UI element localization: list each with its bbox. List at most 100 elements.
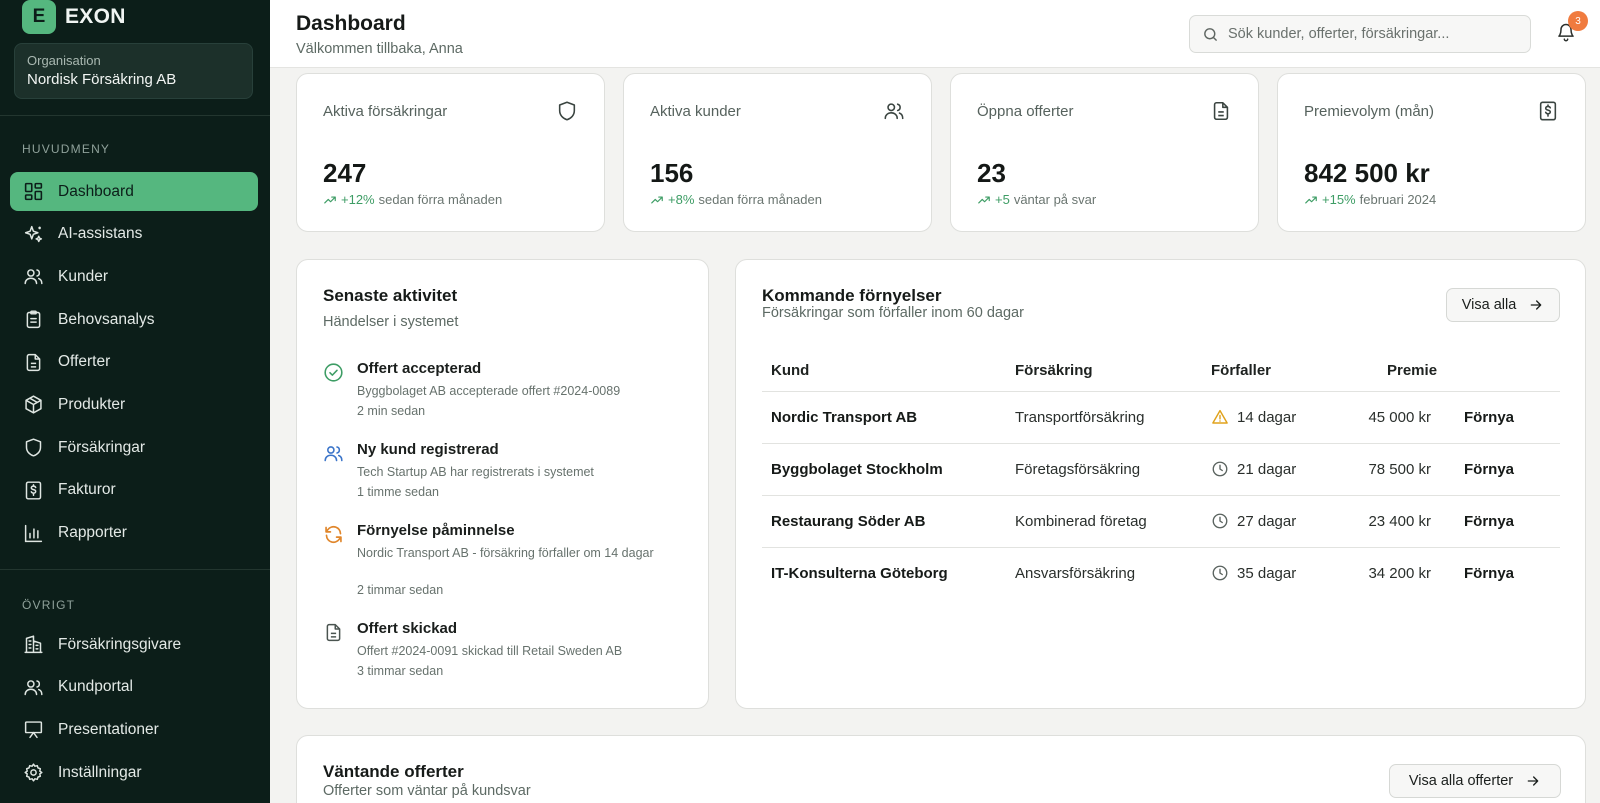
stat-change: +5 xyxy=(995,192,1010,207)
stat-trend: +8% sedan förra månaden xyxy=(650,192,822,207)
activity-item[interactable]: Ny kund registrerad Tech Startup AB har … xyxy=(323,441,683,513)
due-days: 14 dagar xyxy=(1237,408,1297,426)
stat-card-open-offers[interactable]: Öppna offerter 23 +5 väntar på svar xyxy=(950,73,1259,232)
stat-card-premium-volume[interactable]: Premievolym (mån) 842 500 kr +15% februa… xyxy=(1277,73,1586,232)
renew-button[interactable]: Förnya xyxy=(1464,409,1514,426)
upcoming-renewals-panel: Kommande förnyelser Försäkringar som för… xyxy=(735,259,1586,709)
logo[interactable]: E EXON xyxy=(22,0,126,34)
table-row[interactable]: IT-Konsulterna Göteborg Ansvarsförsäkrin… xyxy=(762,547,1560,599)
activity-item-time: 1 timme sedan xyxy=(357,485,439,499)
stat-label: Aktiva försäkringar xyxy=(323,103,448,120)
search-input[interactable] xyxy=(1228,26,1518,42)
presentation-icon xyxy=(24,721,43,739)
sidebar-item-kundportal[interactable]: Kundportal xyxy=(10,668,258,707)
sidebar-item-installningar[interactable]: Inställningar xyxy=(10,753,258,792)
search-box[interactable] xyxy=(1189,15,1531,53)
users-icon xyxy=(24,269,43,285)
due-days: 21 dagar xyxy=(1237,460,1297,478)
clock-icon xyxy=(1212,565,1228,581)
recent-activity-panel: Senaste aktivitet Händelser i systemet O… xyxy=(296,259,709,709)
activity-subtitle: Händelser i systemet xyxy=(323,314,459,330)
stat-card-active-policies[interactable]: Aktiva försäkringar 247 +12% sedan förra… xyxy=(296,73,605,232)
premium-amount: 78 500 kr xyxy=(1368,461,1431,478)
stat-card-active-customers[interactable]: Aktiva kunder 156 +8% sedan förra månade… xyxy=(623,73,932,232)
sparkles-icon xyxy=(24,225,43,242)
stat-note: februari 2024 xyxy=(1359,192,1437,207)
renewals-subtitle: Försäkringar som förfaller inom 60 dagar xyxy=(762,305,1024,321)
stat-trend: +5 väntar på svar xyxy=(977,192,1096,207)
due-cell: 14 dagar xyxy=(1211,408,1296,426)
due-cell: 35 dagar xyxy=(1211,564,1296,582)
renew-button[interactable]: Förnya xyxy=(1464,461,1514,478)
activity-item[interactable]: Offert skickad Offert #2024-0091 skickad… xyxy=(323,620,683,692)
sidebar-item-label: Behovsanalys xyxy=(58,310,155,328)
customer-name: Byggbolaget Stockholm xyxy=(771,461,943,478)
view-all-offers-button[interactable]: Visa alla offerter xyxy=(1389,764,1561,798)
sidebar-item-forsakringar[interactable]: Försäkringar xyxy=(10,428,258,467)
organisation-selector[interactable]: Organisation Nordisk Försäkring AB xyxy=(14,43,253,99)
document-icon xyxy=(1213,101,1229,121)
button-label: Visa alla xyxy=(1461,297,1517,313)
activity-item-title: Offert accepterad xyxy=(357,360,482,377)
sidebar-item-rapporter[interactable]: Rapporter xyxy=(10,514,258,553)
table-row[interactable]: Nordic Transport AB Transportförsäkring … xyxy=(762,391,1560,443)
sidebar-item-behovsanalys[interactable]: Behovsanalys xyxy=(10,300,258,339)
sidebar-item-forsakringsgivare[interactable]: Försäkringsgivare xyxy=(10,625,258,664)
activity-item[interactable]: Förnyelse påminnelse Nordic Transport AB… xyxy=(323,522,683,610)
renew-button[interactable]: Förnya xyxy=(1464,565,1514,582)
bar-chart-icon xyxy=(24,524,43,542)
check-circle-icon xyxy=(324,363,343,382)
other-nav: Försäkringsgivare Kundportal Presentatio… xyxy=(10,625,258,796)
table-row[interactable]: Restaurang Söder AB Kombinerad företag 2… xyxy=(762,495,1560,547)
insurance-type: Transportförsäkring xyxy=(1015,409,1145,426)
sidebar-item-ai-assistans[interactable]: AI-assistans xyxy=(10,215,258,254)
document-icon xyxy=(26,353,41,371)
trend-up-icon xyxy=(324,196,336,203)
sidebar-item-kunder[interactable]: Kunder xyxy=(10,257,258,296)
sidebar-item-label: Kundportal xyxy=(58,678,133,696)
stat-note: väntar på svar xyxy=(1013,192,1097,207)
sidebar-item-label: Försäkringsgivare xyxy=(58,635,182,653)
due-days: 35 dagar xyxy=(1237,564,1297,582)
due-cell: 27 dagar xyxy=(1211,512,1296,530)
stat-trend: +15% februari 2024 xyxy=(1304,192,1436,207)
document-icon xyxy=(326,623,341,642)
sidebar-item-fakturor[interactable]: Fakturor xyxy=(10,471,258,510)
invoice-icon xyxy=(1539,101,1557,121)
customer-name: IT-Konsulterna Göteborg xyxy=(771,565,948,582)
shield-icon xyxy=(25,438,42,457)
premium-amount: 34 200 kr xyxy=(1368,565,1431,582)
sidebar-item-label: AI-assistans xyxy=(58,225,143,243)
sidebar-item-dashboard[interactable]: Dashboard xyxy=(10,172,258,211)
column-header-due[interactable]: Förfaller xyxy=(1211,362,1271,379)
column-header-insurance[interactable]: Försäkring xyxy=(1015,362,1093,379)
renew-button[interactable]: Förnya xyxy=(1464,513,1514,530)
sidebar-item-label: Rapporter xyxy=(58,524,127,541)
column-header-premium[interactable]: Premie xyxy=(1387,362,1437,379)
invoice-icon xyxy=(25,481,42,500)
stat-trend: +12% sedan förra månaden xyxy=(323,192,502,207)
stat-label: Aktiva kunder xyxy=(650,103,741,120)
trend-up-icon xyxy=(651,196,663,203)
activity-item-time: 3 timmar sedan xyxy=(357,664,444,678)
sidebar-item-label: Inställningar xyxy=(58,763,142,781)
notification-badge: 3 xyxy=(1568,11,1588,31)
pending-offers-panel: Väntande offerter Offerter som väntar på… xyxy=(296,735,1586,803)
customer-name: Restaurang Söder AB xyxy=(771,513,926,530)
premium-amount: 23 400 kr xyxy=(1368,513,1431,530)
sidebar-item-presentationer[interactable]: Presentationer xyxy=(10,710,258,749)
sidebar-item-offerter[interactable]: Offerter xyxy=(10,343,258,382)
pending-subtitle: Offerter som väntar på kundsvar xyxy=(323,783,531,799)
stat-label: Premievolym (mån) xyxy=(1304,103,1435,120)
activity-item-title: Offert skickad xyxy=(357,620,458,637)
column-header-customer[interactable]: Kund xyxy=(771,362,809,379)
view-all-renewals-button[interactable]: Visa alla xyxy=(1446,288,1560,322)
stat-note: sedan förra månaden xyxy=(378,192,503,207)
arrow-right-icon xyxy=(1527,776,1539,786)
activity-title: Senaste aktivitet xyxy=(323,286,458,305)
sidebar-item-produkter[interactable]: Produkter xyxy=(10,385,258,424)
sidebar-divider xyxy=(0,115,270,116)
activity-item[interactable]: Offert accepterad Byggbolaget AB accepte… xyxy=(323,360,683,432)
trend-up-icon xyxy=(1305,196,1317,203)
table-row[interactable]: Byggbolaget Stockholm Företagsförsäkring… xyxy=(762,443,1560,495)
